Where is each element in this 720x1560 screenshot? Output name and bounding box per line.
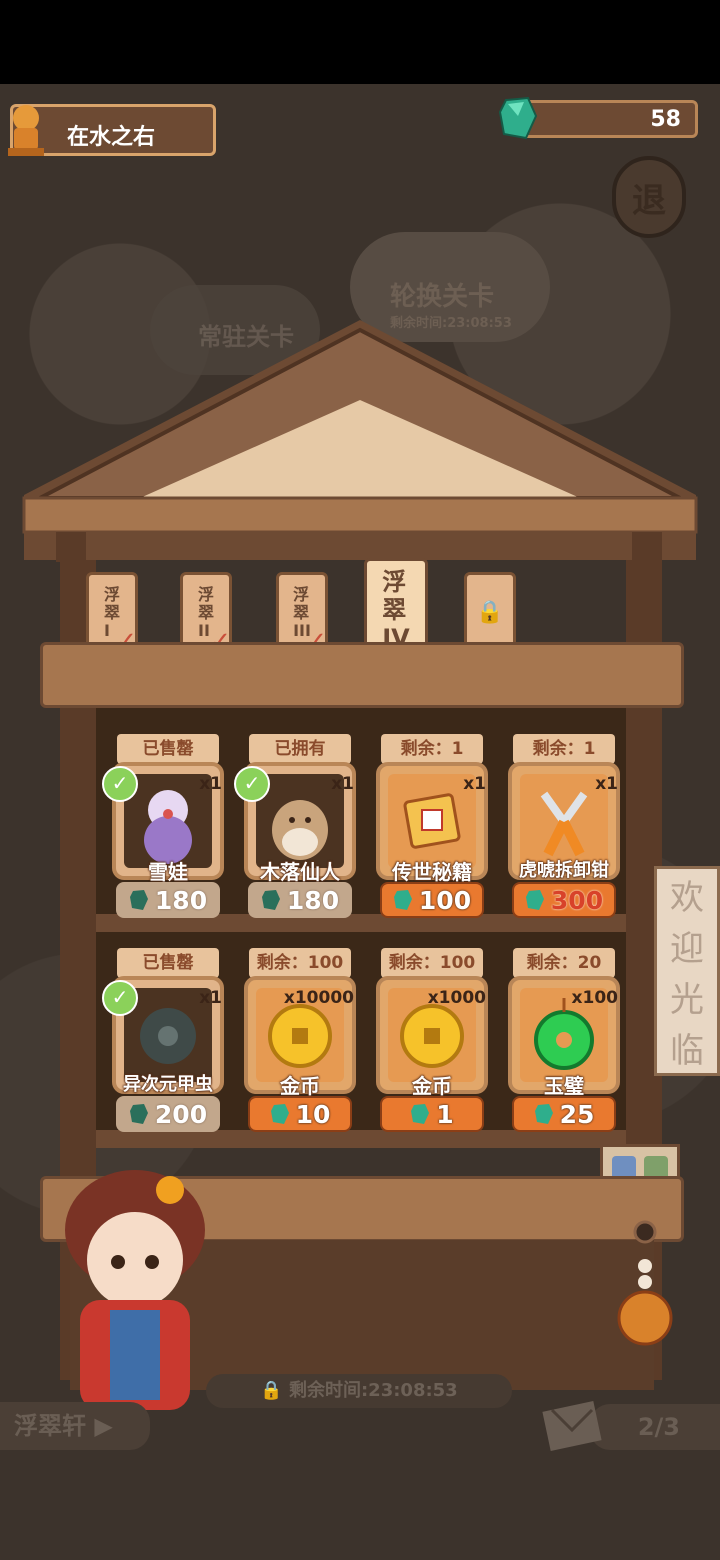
- shop-item-card[interactable]: 已售罄 x1 异次元甲虫 200 ✓: [102, 948, 224, 1144]
- shop-item-card[interactable]: 剩余：1 x1 虎唬拆卸钳 300: [508, 734, 620, 930]
- status-bar: [0, 0, 720, 84]
- jade-gem-icon: [129, 890, 148, 910]
- store-name-button[interactable]: 浮翠轩 ▶: [0, 1402, 150, 1450]
- item-status-tag: 剩余：100: [249, 948, 351, 978]
- item-price: 200: [154, 1099, 208, 1129]
- item-price: 180: [286, 885, 340, 915]
- item-price-button[interactable]: 25: [512, 1096, 616, 1132]
- item-price-button[interactable]: 10: [248, 1096, 352, 1132]
- item-price-button[interactable]: 300: [512, 882, 616, 918]
- item-status-tag: 剩余：100: [381, 948, 483, 978]
- shop-item-card[interactable]: 剩余：100 x1000 金币 1: [376, 948, 488, 1144]
- item-status-tag: 已拥有: [249, 734, 351, 764]
- item-name: 虎唬拆卸钳: [519, 860, 609, 881]
- jade-gem-icon: [525, 890, 544, 910]
- item-name: 传世秘籍: [392, 860, 472, 884]
- bottom-timer: 🔒 剩余时间:23:08:53: [206, 1374, 512, 1408]
- jade-gem-icon: [129, 1104, 148, 1124]
- jade-gem-icon: [534, 1104, 553, 1124]
- item-price: 100: [418, 885, 472, 915]
- owned-check-icon: ✓: [102, 766, 138, 802]
- item-status-tag: 剩余：1: [381, 734, 483, 764]
- item-price: 10: [295, 1099, 331, 1129]
- item-price-button[interactable]: 180: [248, 882, 352, 918]
- jade-gem-icon: [411, 1104, 430, 1124]
- item-quantity: x1: [199, 988, 222, 1008]
- tab-rotating-label: 轮换关卡: [390, 282, 495, 312]
- shopkeeper-character: [65, 1170, 205, 1410]
- item-name: 玉璧: [544, 1074, 584, 1098]
- item-price: 180: [154, 885, 208, 915]
- welcome-char: 临: [670, 1031, 704, 1071]
- item-status-tag: 剩余：20: [513, 948, 615, 978]
- item-price-button[interactable]: 100: [380, 882, 484, 918]
- item-status-tag: 已售罄: [117, 948, 219, 978]
- letter-icon[interactable]: [540, 1396, 604, 1454]
- shelf-top: [40, 642, 684, 708]
- shop-item-card[interactable]: 剩余：100 x10000 金币 10: [244, 948, 356, 1144]
- store-name-label: 浮翠轩: [14, 1412, 86, 1440]
- item-quantity: x1: [595, 774, 618, 794]
- item-price: 300: [550, 885, 604, 915]
- tier-tab-4-label: 浮翠 IV: [382, 568, 410, 652]
- item-quantity: x10000: [283, 988, 354, 1008]
- shop-item-card[interactable]: 剩余：20 x100 玉璧 25: [508, 948, 620, 1144]
- shop-roof: [22, 320, 698, 562]
- item-quantity: x1000: [427, 988, 486, 1008]
- shop-item-card[interactable]: 已拥有 x1 木落仙人 180 ✓: [234, 734, 356, 930]
- page-indicator-label: 2/3: [637, 1413, 680, 1441]
- jade-gem-icon: [270, 1104, 289, 1124]
- play-arrow-icon: ▶: [86, 1412, 113, 1440]
- player-avatar-icon[interactable]: [2, 98, 50, 158]
- item-quantity: x1: [199, 774, 222, 794]
- gem-counter: 58: [520, 100, 698, 138]
- item-name: 异次元甲虫: [123, 1074, 213, 1095]
- page-indicator[interactable]: 2/3: [590, 1404, 720, 1450]
- shop-item-card[interactable]: 已售罄 x1 雪娃 180 ✓: [102, 734, 224, 930]
- welcome-sign: 欢 迎 光 临: [654, 866, 720, 1076]
- item-price-button[interactable]: 1: [380, 1096, 484, 1132]
- item-price-button[interactable]: 180: [116, 882, 220, 918]
- item-name: 金币: [412, 1074, 452, 1098]
- exit-label: 退: [632, 180, 666, 221]
- item-price: 1: [436, 1099, 454, 1129]
- item-status-tag: 已售罄: [117, 734, 219, 764]
- item-name: 雪娃: [148, 860, 188, 884]
- shop-item-card[interactable]: 剩余：1 x1 传世秘籍 100: [376, 734, 488, 930]
- jade-gem-icon: [393, 890, 412, 910]
- exit-button[interactable]: 退: [612, 156, 686, 238]
- lock-icon: 🔒: [476, 600, 504, 625]
- welcome-char: 光: [670, 980, 704, 1020]
- item-status-tag: 剩余：1: [513, 734, 615, 764]
- welcome-char: 欢: [670, 878, 704, 918]
- gem-count: 58: [650, 107, 681, 132]
- item-quantity: x1: [331, 774, 354, 794]
- jade-gem-icon: [261, 890, 280, 910]
- owned-check-icon: ✓: [102, 980, 138, 1016]
- bottom-timer-text: 剩余时间:23:08:53: [288, 1380, 458, 1401]
- item-price: 25: [559, 1099, 595, 1129]
- item-quantity: x1: [463, 774, 486, 794]
- item-price-button[interactable]: 200: [116, 1096, 220, 1132]
- welcome-char: 迎: [670, 929, 704, 969]
- owned-check-icon: ✓: [234, 766, 270, 802]
- player-name: 在水之右: [67, 125, 156, 150]
- bell-icon[interactable]: [610, 1218, 680, 1348]
- item-quantity: x100: [571, 988, 618, 1008]
- item-name: 金币: [280, 1074, 320, 1098]
- lock-icon: 🔒: [260, 1380, 289, 1401]
- item-name: 木落仙人: [260, 860, 340, 884]
- jade-gem-icon: [498, 96, 538, 140]
